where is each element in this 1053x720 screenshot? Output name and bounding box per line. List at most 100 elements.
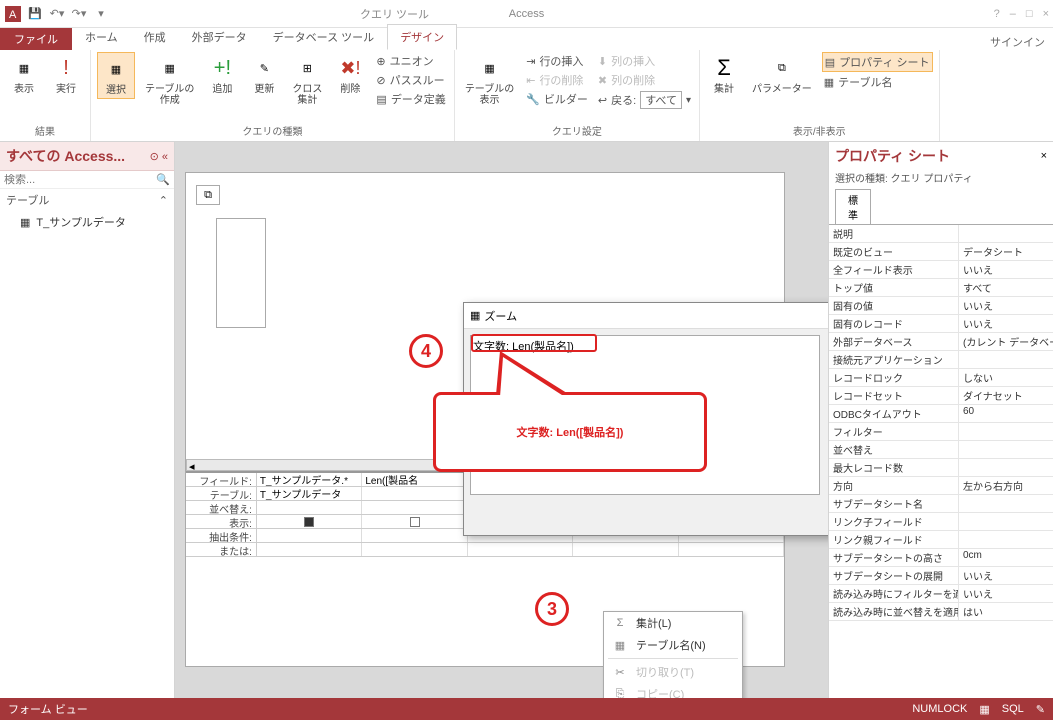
show-table-button[interactable]: ▦テーブルの 表示 [461,52,518,108]
status-bar: フォーム ビュー NUMLOCK ▦ SQL ✎ [0,698,1053,720]
property-sheet-button[interactable]: ▤プロパティ シート [822,52,933,72]
property-row[interactable]: ODBCタイムアウト60 [829,405,1053,423]
property-row[interactable]: サブデータシートの高さ0cm [829,549,1053,567]
status-numlock: NUMLOCK [912,703,967,715]
nav-item-table[interactable]: ▦T_サンプルデータ [0,211,174,233]
property-row[interactable]: レコードセットダイナセット [829,387,1053,405]
close-icon[interactable]: × [1043,8,1049,20]
maketable-button[interactable]: ▦テーブルの 作成 [141,52,198,108]
property-row[interactable]: サブデータシートの展開いいえ [829,567,1053,585]
property-row[interactable]: レコードロックしない [829,369,1053,387]
ribbon-group-results: ▦表示 !実行 結果 [0,50,91,141]
tab-home[interactable]: ホーム [72,24,131,50]
tab-file[interactable]: ファイル [0,28,72,50]
datadef-icon: ▤ [376,93,386,106]
show-checkbox[interactable] [304,517,314,527]
append-button[interactable]: +!追加 [204,52,240,97]
select-query-button[interactable]: ▦選択 [97,52,135,99]
table-names-button[interactable]: ▦テーブル名 [822,73,933,91]
view-design-icon[interactable]: ✎ [1036,703,1045,716]
return-icon: ↩ [598,94,607,107]
signin-link[interactable]: サインイン [990,34,1045,50]
property-row[interactable]: リンク親フィールド [829,531,1053,549]
table-list-box[interactable] [216,218,266,328]
ribbon-group-query-setup: ▦テーブルの 表示 ⇥行の挿入 ⇤行の削除 🔧ビルダー ⬇列の挿入 ✖列の削除 … [455,50,700,141]
nav-collapse-icon[interactable]: ⊙ « [150,150,168,163]
minimize-icon[interactable]: – [1010,8,1016,20]
delete-col-button[interactable]: ✖列の削除 [596,71,693,89]
qat-more-icon[interactable]: ▾ [92,5,110,23]
delete-row-button[interactable]: ⇤行の削除 [524,71,590,89]
property-row[interactable]: 読み込み時に並べ替えを適用はい [829,603,1053,621]
passthrough-button[interactable]: ⊘パススルー [374,71,447,89]
view-sql-icon[interactable]: SQL [1002,703,1024,715]
property-row[interactable]: 読み込み時にフィルターを適用いいえ [829,585,1053,603]
menu-totals[interactable]: Σ集計(L) [604,612,742,634]
property-sheet: プロパティ シート× 選択の種類: クエリ プロパティ 標準 説明既定のビューデ… [828,142,1053,698]
property-row[interactable]: 説明 [829,225,1053,243]
property-row[interactable]: トップ値すべて [829,279,1053,297]
ribbon: ▦表示 !実行 結果 ▦選択 ▦テーブルの 作成 +!追加 ✎更新 ⊞クロス 集… [0,50,1053,142]
totals-button[interactable]: Σ集計 [706,52,742,97]
maximize-icon[interactable]: □ [1026,8,1033,20]
return-rows[interactable]: ↩戻る: すべて▾ [596,90,693,110]
property-row[interactable]: 外部データベース(カレント データベー [829,333,1053,351]
menu-cut[interactable]: ✂切り取り(T) [604,661,742,683]
property-row[interactable]: 固有の値いいえ [829,297,1053,315]
menu-copy[interactable]: ⎘コピー(C) [604,683,742,698]
update-icon: ✎ [250,54,278,82]
props-close-icon[interactable]: × [1041,150,1047,162]
tab-create[interactable]: 作成 [131,24,179,50]
property-row[interactable]: リンク子フィールド [829,513,1053,531]
view-button[interactable]: ▦表示 [6,52,42,97]
view-datasheet-icon[interactable]: ▦ [979,703,989,716]
builder-icon: 🔧 [526,93,540,106]
help-icon[interactable]: ? [994,8,1000,20]
search-icon[interactable]: 🔍 [156,173,170,186]
property-row[interactable]: 並べ替え [829,441,1053,459]
sigma-icon: Σ [612,617,628,629]
props-tab-standard[interactable]: 標準 [835,189,871,224]
property-row[interactable]: 全フィールド表示いいえ [829,261,1053,279]
ribbon-group-query-type: ▦選択 ▦テーブルの 作成 +!追加 ✎更新 ⊞クロス 集計 ✖!削除 ⊕ユニオ… [91,50,455,141]
delete-row-icon: ⇤ [526,74,535,87]
property-grid[interactable]: 説明既定のビューデータシート全フィールド表示いいえトップ値すべて固有の値いいえ固… [829,224,1053,698]
delete-button[interactable]: ✖!削除 [332,52,368,97]
tablenames-icon: ▦ [612,639,628,652]
property-row[interactable]: 既定のビューデータシート [829,243,1053,261]
append-icon: +! [208,54,236,82]
redo-icon[interactable]: ↷▾ [70,5,88,23]
run-button[interactable]: !実行 [48,52,84,97]
show-checkbox[interactable] [410,517,420,527]
property-row[interactable]: 固有のレコードいいえ [829,315,1053,333]
tab-external-data[interactable]: 外部データ [179,24,260,50]
window-controls: ? – □ × [994,8,1049,20]
datadef-button[interactable]: ▤データ定義 [374,90,447,108]
quick-access-toolbar: A 💾 ↶▾ ↷▾ ▾ [0,5,110,23]
query-window-tab[interactable]: ⧉ [196,185,220,205]
annotation-3: 3 [535,592,569,626]
union-button[interactable]: ⊕ユニオン [374,52,447,70]
builder-button[interactable]: 🔧ビルダー [524,90,590,108]
undo-icon[interactable]: ↶▾ [48,5,66,23]
property-row[interactable]: 方向左から右方向 [829,477,1053,495]
tab-design[interactable]: デザイン [387,24,457,50]
property-row[interactable]: 最大レコード数 [829,459,1053,477]
nav-category-tables[interactable]: テーブル⌃ [0,189,174,211]
annotation-4: 4 [409,334,443,368]
app-title: Access [509,8,544,20]
search-input[interactable] [4,174,156,186]
insert-row-button[interactable]: ⇥行の挿入 [524,52,590,70]
parameters-button[interactable]: ⧉パラメーター [748,52,816,97]
property-row[interactable]: フィルター [829,423,1053,441]
nav-header[interactable]: すべての Access... ⊙ « [0,142,174,171]
insert-col-button[interactable]: ⬇列の挿入 [596,52,693,70]
update-button[interactable]: ✎更新 [246,52,282,97]
property-row[interactable]: サブデータシート名 [829,495,1053,513]
save-icon[interactable]: 💾 [26,5,44,23]
tab-database-tools[interactable]: データベース ツール [260,24,388,50]
crosstab-button[interactable]: ⊞クロス 集計 [288,52,326,108]
menu-tablenames[interactable]: ▦テーブル名(N) [604,634,742,656]
design-canvas: ⧉ ◂ フィールド:T_サンプルデータ.*Len([製品名 テーブル:T_サンプ… [175,142,828,698]
property-row[interactable]: 接続元アプリケーション [829,351,1053,369]
